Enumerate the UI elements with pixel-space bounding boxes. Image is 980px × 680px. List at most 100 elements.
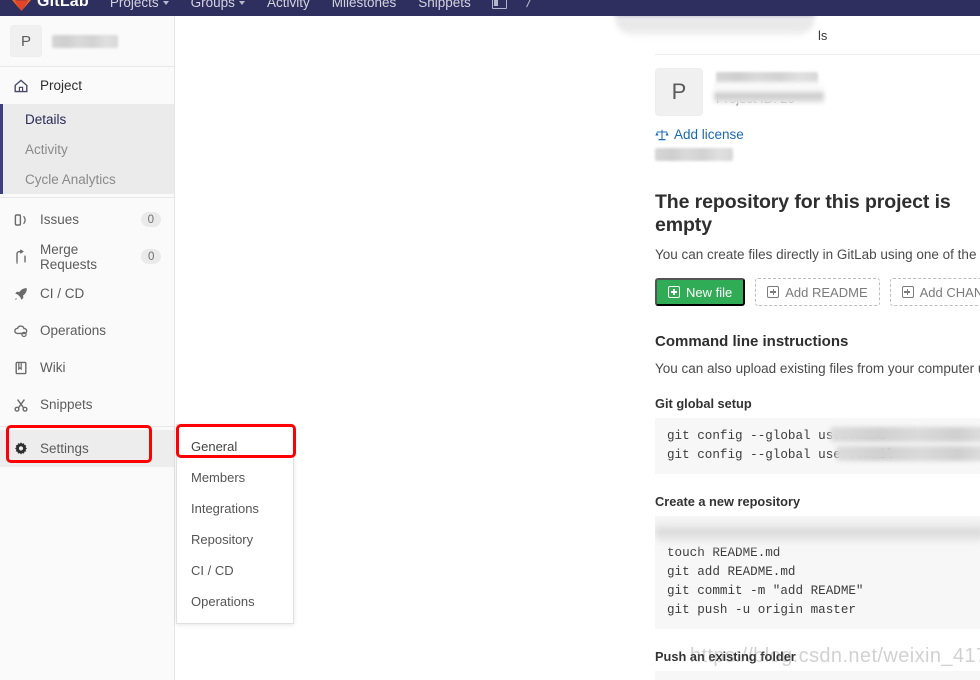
add-license-link[interactable]: Add license [674, 127, 744, 142]
code-line: git add README.md [667, 565, 796, 579]
settings-submenu-item-repository[interactable]: Repository [177, 524, 293, 555]
project-sidebar: P Project Details Activity Cycle Analyti… [0, 16, 175, 680]
sidebar-divider [0, 426, 174, 427]
settings-submenu-item-general[interactable]: General [177, 431, 293, 462]
book-icon [13, 360, 29, 376]
scale-icon [655, 128, 669, 142]
chevron-down-icon [238, 1, 245, 5]
issue-board-icon [491, 0, 507, 9]
project-meta-redacted [655, 148, 733, 161]
project-identity-block: P Project ID: 20 [655, 55, 980, 116]
submenu-label: General [191, 439, 238, 454]
sidebar-subitem-cycle-analytics[interactable]: Cycle Analytics [3, 164, 174, 194]
merge-request-icon [13, 248, 29, 265]
project-id-redaction-overlay [714, 82, 824, 104]
sidebar-subitem-label: Activity [25, 141, 68, 157]
git-user-email-redacted [836, 446, 980, 461]
merge-requests-count-badge: 0 [141, 249, 161, 264]
sidebar-item-label: Issues [40, 212, 80, 227]
scissors-icon [13, 397, 29, 413]
sidebar-nav-list: Project Details Activity Cycle Analytics… [0, 67, 174, 467]
sidebar-item-label: Settings [40, 441, 89, 456]
settings-submenu-item-integrations[interactable]: Integrations [177, 493, 293, 524]
submenu-label: CI / CD [191, 563, 234, 578]
issues-count-badge: 0 [140, 212, 161, 227]
sidebar-item-issues[interactable]: Issues 0 [0, 201, 174, 238]
issue-board-button[interactable] [482, 0, 517, 9]
sidebar-subitem-label: Cycle Analytics [25, 171, 116, 187]
sidebar-item-label: Merge Requests [40, 241, 98, 272]
git-user-name-redacted [830, 427, 980, 442]
push-existing-folder-title: Push an existing folder [655, 649, 796, 664]
nav-item-snippets[interactable]: Snippets [407, 0, 482, 10]
sidebar-item-label: Operations [40, 323, 107, 338]
settings-submenu-item-ci-cd[interactable]: CI / CD [177, 555, 293, 586]
new-file-button[interactable]: New file [655, 278, 746, 306]
nav-item-milestones[interactable]: Milestones [321, 0, 408, 10]
git-global-setup-title: Git global setup [655, 396, 752, 411]
sidebar-item-label: Snippets [40, 397, 93, 412]
top-navigation-bar: GitLab Projects Groups Activity Mileston… [0, 0, 980, 16]
sidebar-project-avatar: P [10, 25, 42, 57]
chevron-down-icon [162, 1, 169, 5]
create-new-repository-title: Create a new repository [655, 494, 801, 509]
cli-subtitle: You can also upload existing files from … [655, 361, 980, 376]
empty-repo-button-row: New file Add README Add CHANGELOG [655, 278, 980, 306]
sidebar-subitem-details[interactable]: Details [3, 104, 174, 134]
nav-label: Milestones [331, 0, 397, 10]
project-topbar-redacted [615, 16, 815, 36]
settings-submenu-flyout: General Members Integrations Repository … [176, 424, 294, 624]
button-label: Add README [785, 284, 868, 300]
empty-repository-section: The repository for this project is empty… [655, 191, 980, 306]
sidebar-item-operations[interactable]: Operations [0, 312, 174, 349]
gitlab-brand-text: GitLab [37, 0, 89, 10]
sidebar-item-ci-cd[interactable]: CI / CD [0, 275, 174, 312]
plus-square-icon [767, 286, 780, 298]
settings-submenu-item-members[interactable]: Members [177, 462, 293, 493]
slash-command-icon: / [524, 0, 533, 11]
sidebar-subitem-activity[interactable]: Activity [3, 134, 174, 164]
sidebar-project-subnav: Details Activity Cycle Analytics [0, 104, 174, 194]
add-changelog-button[interactable]: Add CHANGELOG [889, 278, 980, 306]
sidebar-divider [0, 197, 174, 198]
sidebar-project-name-redacted [52, 34, 118, 48]
code-line: git commit -m "add README" [667, 584, 864, 598]
submenu-label: Integrations [191, 501, 259, 516]
empty-repo-subtitle: You can create files directly in GitLab … [655, 247, 980, 262]
tanuki-logo-icon [12, 0, 31, 11]
git-global-setup-code[interactable]: git config --global user.name git config… [655, 418, 980, 474]
nav-label: Groups [190, 0, 235, 10]
sidebar-subitem-label: Details [25, 111, 67, 127]
slash-command-button[interactable]: / [517, 0, 541, 11]
sidebar-project-header[interactable]: P [0, 16, 174, 67]
home-icon [13, 78, 29, 94]
gitlab-logo-link[interactable]: GitLab [0, 0, 99, 11]
cli-title: Command line instructions [655, 333, 849, 350]
sidebar-item-settings[interactable]: Settings [0, 430, 174, 467]
project-id-label: Project ID: 20 [714, 82, 824, 106]
add-readme-button[interactable]: Add README [755, 278, 880, 306]
nav-item-groups[interactable]: Groups [180, 0, 256, 10]
create-repo-redacted-lines [655, 516, 980, 546]
create-new-repository-code[interactable]: cd pams_user touch README.md git add REA… [655, 516, 980, 629]
sidebar-item-wiki[interactable]: Wiki [0, 349, 174, 386]
plus-square-icon [668, 286, 680, 298]
sidebar-item-snippets[interactable]: Snippets [0, 386, 174, 423]
nav-item-projects[interactable]: Projects [99, 0, 180, 10]
sidebar-item-label: Project [40, 78, 83, 93]
rocket-icon [13, 286, 29, 302]
project-topbar-text-fragment: ls [818, 28, 828, 43]
nav-item-activity[interactable]: Activity [256, 0, 321, 10]
settings-submenu-item-operations[interactable]: Operations [177, 586, 293, 617]
sidebar-item-merge-requests[interactable]: Merge Requests 0 [0, 238, 174, 275]
operations-cloud-icon [13, 323, 29, 339]
button-label: Add CHANGELOG [919, 284, 980, 300]
nav-label: Snippets [418, 0, 471, 10]
push-existing-folder-code[interactable]: cd existing_folder git init [655, 671, 980, 680]
sidebar-item-project[interactable]: Project [0, 67, 174, 104]
code-line: touch README.md [667, 546, 781, 560]
submenu-label: Members [191, 470, 246, 485]
empty-repo-title: The repository for this project is empty [655, 191, 951, 236]
nav-label: Projects [109, 0, 159, 10]
add-license-row[interactable]: Add license [655, 127, 980, 142]
